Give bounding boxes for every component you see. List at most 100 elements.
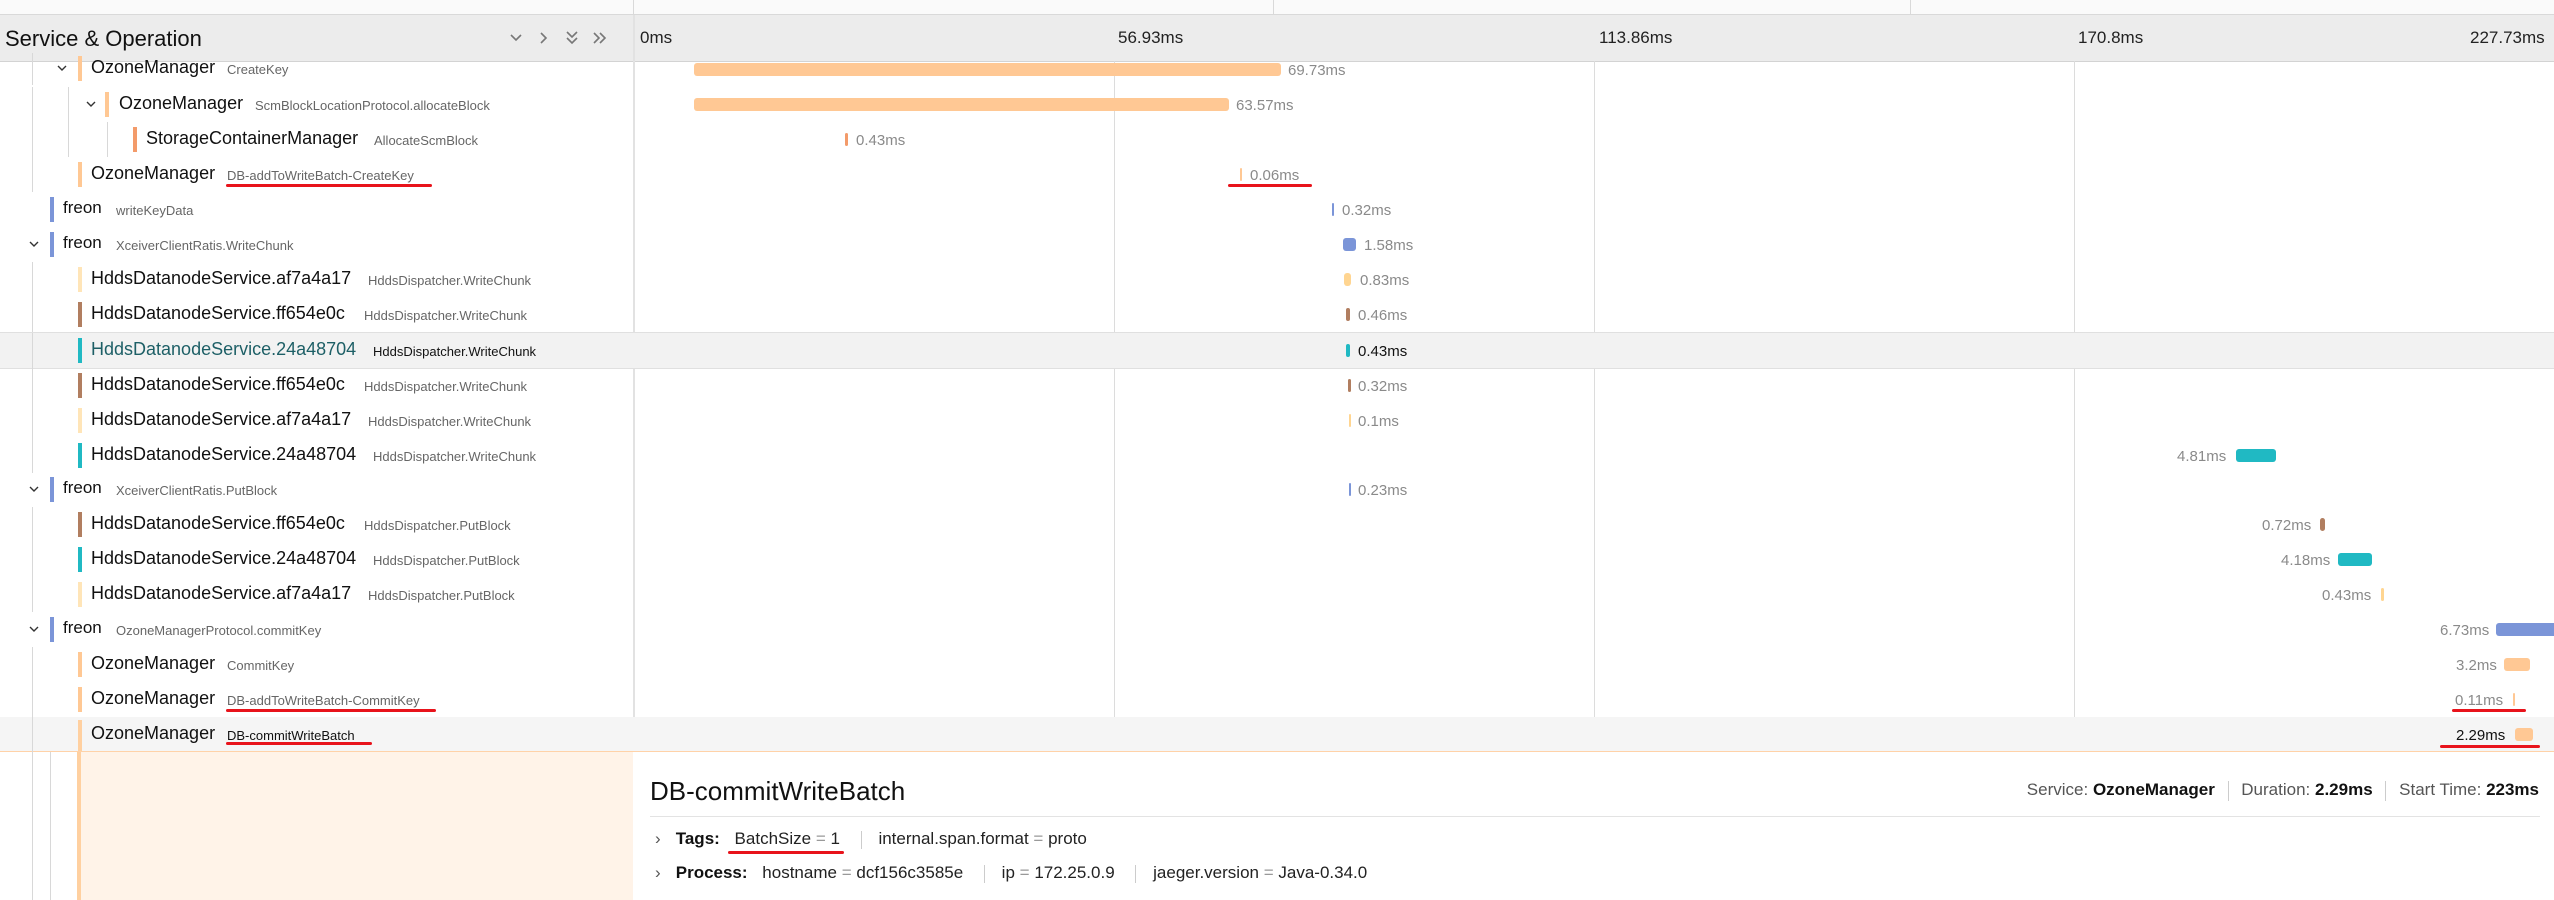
red-underline: [1228, 184, 1312, 187]
span-row[interactable]: freon XceiverClientRatis.PutBlock 0.23ms: [0, 472, 2554, 507]
span-duration: 0.11ms: [2455, 692, 2504, 709]
span-row-highlighted[interactable]: HddsDatanodeService.24a48704 HddsDispatc…: [0, 332, 2554, 369]
tick-label: 0ms: [640, 28, 673, 47]
span-duration: 0.72ms: [2262, 517, 2312, 534]
collapse-one-icon[interactable]: [505, 27, 527, 49]
detail-start-time: 223ms: [2486, 780, 2539, 799]
service-name: HddsDatanodeService.ff654e0c: [91, 513, 345, 533]
operation-name: OzoneManagerProtocol.commitKey: [116, 623, 322, 638]
span-row[interactable]: freon XceiverClientRatis.WriteChunk 1.58…: [0, 227, 2554, 262]
span-bar[interactable]: [2236, 449, 2276, 462]
span-bar[interactable]: [2381, 588, 2384, 601]
span-bar[interactable]: [1332, 203, 1334, 216]
span-bar[interactable]: [1346, 344, 1350, 357]
chevron-right-icon[interactable]: ›: [655, 829, 671, 849]
span-duration: 3.2ms: [2456, 657, 2497, 674]
span-bar[interactable]: [1346, 308, 1350, 321]
span-bar[interactable]: [1240, 168, 1242, 181]
service-name: HddsDatanodeService.af7a4a17: [91, 409, 352, 429]
span-bar[interactable]: [1349, 414, 1351, 427]
service-name: freon: [63, 233, 102, 252]
span-row[interactable]: HddsDatanodeService.24a48704 HddsDispatc…: [0, 542, 2554, 577]
expand-one-icon[interactable]: [533, 27, 555, 49]
span-bar[interactable]: [1344, 273, 1351, 286]
operation-name: DB-addToWriteBatch-CreateKey: [227, 168, 414, 183]
red-underline: [728, 851, 844, 854]
operation-name: DB-commitWriteBatch: [227, 728, 355, 743]
service-name: HddsDatanodeService.af7a4a17: [91, 268, 352, 288]
chevron-down-icon[interactable]: [55, 61, 69, 75]
span-bar[interactable]: [1343, 238, 1356, 251]
header-controls: [505, 27, 611, 49]
span-duration: 0.43ms: [1358, 343, 1408, 360]
span-duration: 0.83ms: [1360, 272, 1410, 289]
span-row[interactable]: HddsDatanodeService.24a48704 HddsDispatc…: [0, 438, 2554, 473]
chevron-down-icon[interactable]: [27, 482, 41, 496]
operation-name: HddsDispatcher.PutBlock: [368, 588, 515, 603]
service-name: HddsDatanodeService.24a48704: [91, 548, 357, 568]
span-row[interactable]: HddsDatanodeService.ff654e0c HddsDispatc…: [0, 507, 2554, 542]
span-row[interactable]: HddsDatanodeService.ff654e0c HddsDispatc…: [0, 368, 2554, 403]
red-underline: [226, 709, 436, 712]
service-name: freon: [63, 198, 102, 217]
service-name: freon: [63, 478, 102, 497]
span-bar[interactable]: [845, 133, 848, 146]
span-row[interactable]: HddsDatanodeService.af7a4a17 HddsDispatc…: [0, 403, 2554, 438]
span-duration: 0.43ms: [2322, 587, 2372, 604]
span-bar[interactable]: [1349, 483, 1351, 496]
operation-name: writeKeyData: [116, 203, 194, 218]
service-name: OzoneManager: [91, 57, 216, 77]
header-title: Service & Operation: [5, 26, 202, 51]
span-duration: 0.43ms: [856, 132, 906, 149]
service-name: HddsDatanodeService.24a48704: [91, 339, 357, 359]
red-underline: [226, 742, 372, 745]
expand-all-icon[interactable]: [589, 27, 611, 49]
span-row[interactable]: freon writeKeyData 0.32ms: [0, 192, 2554, 227]
span-bar[interactable]: [2496, 623, 2554, 636]
span-row[interactable]: HddsDatanodeService.af7a4a17 HddsDispatc…: [0, 262, 2554, 297]
span-row[interactable]: StorageContainerManager AllocateScmBlock…: [0, 122, 2554, 157]
span-row[interactable]: freon OzoneManagerProtocol.commitKey 6.7…: [0, 612, 2554, 647]
service-name: OzoneManager: [91, 163, 216, 183]
span-bar[interactable]: [2513, 693, 2515, 706]
span-bar[interactable]: [694, 98, 1229, 111]
span-row-selected[interactable]: OzoneManager DB-commitWriteBatch 2.29ms: [0, 717, 2554, 754]
tag-batchsize: BatchSize = 1: [734, 829, 840, 848]
operation-name: HddsDispatcher.WriteChunk: [373, 449, 537, 464]
service-name: HddsDatanodeService.af7a4a17: [91, 583, 352, 603]
service-name: OzoneManager: [91, 723, 216, 743]
span-bar[interactable]: [2504, 658, 2530, 671]
chevron-down-icon[interactable]: [84, 97, 98, 111]
span-bar[interactable]: [2515, 728, 2533, 741]
chevron-down-icon[interactable]: [27, 237, 41, 251]
span-duration: 1.58ms: [1364, 237, 1414, 254]
span-row[interactable]: OzoneManager CommitKey 3.2ms: [0, 647, 2554, 682]
span-duration: 63.57ms: [1236, 97, 1294, 114]
span-duration: 0.23ms: [1358, 482, 1408, 499]
span-bar[interactable]: [694, 63, 1281, 76]
detail-service: OzoneManager: [2092, 780, 2215, 799]
collapse-all-icon[interactable]: [561, 27, 583, 49]
span-row[interactable]: OzoneManager DB-addToWriteBatch-CommitKe…: [0, 682, 2554, 717]
span-row[interactable]: HddsDatanodeService.ff654e0c HddsDispatc…: [0, 297, 2554, 332]
process-row[interactable]: › Process: hostname = dcf156c3585e ip = …: [655, 863, 1373, 883]
operation-name: HddsDispatcher.WriteChunk: [373, 344, 537, 359]
service-name: OzoneManager: [91, 653, 216, 673]
span-row[interactable]: OzoneManager DB-addToWriteBatch-CreateKe…: [0, 157, 2554, 192]
span-row[interactable]: OzoneManager ScmBlockLocationProtocol.al…: [0, 87, 2554, 122]
tags-row[interactable]: › Tags: BatchSize = 1 internal.span.form…: [655, 829, 1093, 849]
operation-name: HddsDispatcher.WriteChunk: [364, 308, 528, 323]
span-duration: 0.06ms: [1250, 167, 1300, 184]
operation-name: HddsDispatcher.PutBlock: [373, 553, 520, 568]
span-bar[interactable]: [2320, 518, 2325, 531]
span-bar[interactable]: [2338, 553, 2372, 566]
chevron-right-icon[interactable]: ›: [655, 863, 671, 883]
service-name: StorageContainerManager: [146, 128, 359, 148]
red-underline: [226, 184, 432, 187]
tag-span-format: internal.span.format = proto: [878, 829, 1087, 848]
chevron-down-icon[interactable]: [27, 622, 41, 636]
span-row[interactable]: OzoneManager CreateKey 69.73ms: [0, 53, 2554, 85]
span-detail-panel: DB-commitWriteBatch Service: OzoneManage…: [0, 752, 2554, 900]
span-bar[interactable]: [1348, 379, 1351, 392]
span-row[interactable]: HddsDatanodeService.af7a4a17 HddsDispatc…: [0, 577, 2554, 612]
